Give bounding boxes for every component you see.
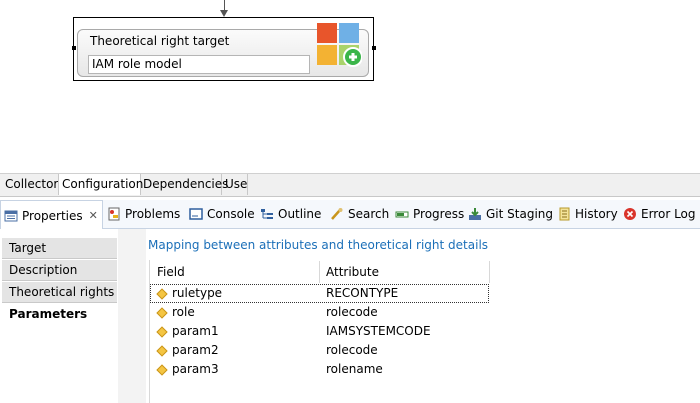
resize-handle-right[interactable]	[372, 46, 376, 50]
sidebar-item-parameters[interactable]: Parameters	[2, 304, 117, 325]
close-icon[interactable]: ✕	[89, 209, 98, 222]
table-row[interactable]: param3 rolename	[150, 360, 489, 379]
history-icon	[559, 207, 570, 221]
tab-outline-label: Outline	[278, 207, 322, 221]
console-icon	[189, 208, 203, 220]
tab-console[interactable]: Console	[189, 200, 255, 228]
field-diamond-icon	[156, 364, 168, 376]
properties-icon	[4, 210, 18, 221]
progress-icon	[395, 211, 409, 218]
sidebar-item-target[interactable]: Target	[2, 238, 117, 259]
table-row[interactable]: param2 rolecode	[150, 341, 489, 360]
tab-properties[interactable]: Properties ✕	[0, 200, 103, 230]
tab-history-label: History	[575, 207, 618, 221]
tab-progress[interactable]: Progress	[395, 200, 464, 228]
column-divider-end[interactable]	[489, 261, 490, 283]
field-name: ruletype	[172, 286, 223, 300]
editor-tabs: Collector Configuration Dependencies Use	[0, 173, 700, 197]
sidebar-gutter	[118, 229, 146, 403]
field-diamond-icon	[156, 307, 168, 319]
tab-error-log-label: Error Log	[641, 207, 696, 221]
tab-properties-label: Properties	[22, 208, 83, 223]
attribute-value: RECONTYPE	[326, 286, 399, 300]
tab-search-label: Search	[348, 207, 390, 221]
properties-sidebar: Target Description Theoretical rights Pa…	[0, 229, 119, 403]
attribute-value: IAMSYSTEMCODE	[326, 324, 431, 338]
node-title: Theoretical right target	[90, 34, 230, 48]
tab-outline[interactable]: Outline	[260, 200, 321, 228]
tab-dependencies[interactable]: Dependencies	[140, 174, 228, 195]
git-staging-icon	[469, 208, 481, 220]
error-log-icon	[624, 208, 636, 220]
tab-problems[interactable]: Problems	[107, 200, 180, 228]
tab-history[interactable]: History	[557, 200, 618, 228]
tab-progress-label: Progress	[413, 207, 465, 221]
attribute-value: rolecode	[326, 343, 378, 357]
column-header-attribute[interactable]: Attribute	[326, 261, 379, 283]
field-name: param2	[172, 343, 219, 357]
field-name: param1	[172, 324, 219, 338]
view-tab-bar: Properties ✕ Problems Console Outline Se…	[0, 200, 700, 230]
sidebar-item-description[interactable]: Description	[2, 260, 117, 281]
field-name: role	[172, 305, 195, 319]
problems-icon	[108, 207, 120, 221]
section-heading: Mapping between attributes and theoretic…	[148, 238, 489, 252]
windows-add-icon	[317, 23, 362, 67]
field-diamond-icon	[156, 288, 168, 300]
search-icon	[331, 208, 343, 220]
connector-arrow-icon	[220, 10, 228, 17]
field-diamond-icon	[156, 345, 168, 357]
field-diamond-icon	[156, 326, 168, 338]
attribute-value: rolename	[326, 362, 383, 376]
outline-icon	[261, 209, 273, 219]
tab-git-staging[interactable]: Git Staging	[468, 200, 553, 228]
tab-error-log[interactable]: Error Log	[623, 200, 696, 228]
tab-problems-label: Problems	[125, 207, 181, 221]
table-row[interactable]: param1 IAMSYSTEMCODE	[150, 322, 489, 341]
sidebar-item-theoretical-rights[interactable]: Theoretical rights	[2, 282, 117, 303]
tab-use[interactable]: Use	[222, 174, 248, 195]
node-subtitle[interactable]: IAM role model	[88, 55, 310, 74]
attribute-value: rolecode	[326, 305, 378, 319]
resize-handle-left[interactable]	[72, 46, 76, 50]
column-header-field[interactable]: Field	[157, 261, 185, 283]
tab-configuration[interactable]: Configuration	[58, 174, 143, 195]
field-name: param3	[172, 362, 219, 376]
tab-collector[interactable]: Collector	[2, 174, 59, 195]
tab-git-staging-label: Git Staging	[486, 207, 554, 221]
column-divider[interactable]	[319, 261, 320, 283]
tab-console-label: Console	[207, 207, 255, 221]
tab-search[interactable]: Search	[330, 200, 389, 228]
table-row[interactable]: role rolecode	[150, 303, 489, 322]
table-row[interactable]: ruletype RECONTYPE	[150, 284, 489, 303]
